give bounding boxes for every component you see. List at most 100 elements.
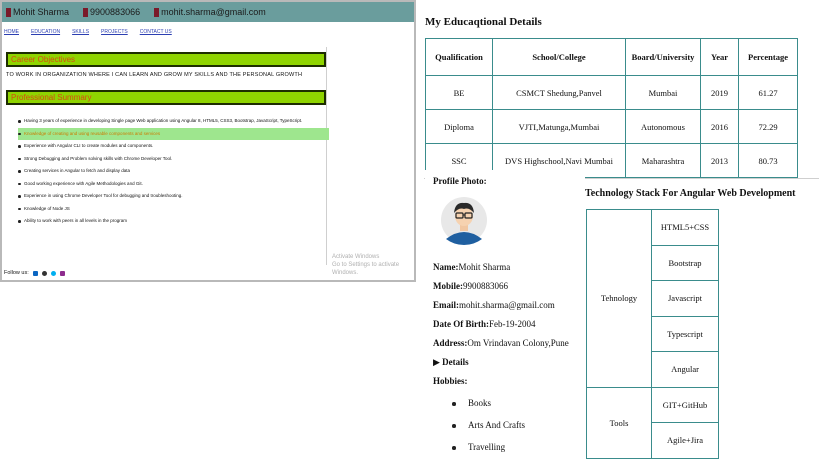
topbar-email: mohit.sharma@gmail.com [154, 7, 266, 17]
address-label: Address: [433, 338, 468, 348]
cell: Maharashtra [625, 143, 701, 178]
tech-stack-table: Tehnology HTML5+CSS Bootstrap Javascript… [586, 209, 719, 459]
career-objectives-text: TO WORK IN ORGANIZATION WHERE I CAN LEAR… [6, 72, 303, 78]
summary-item: Knowledge of Node JS [18, 203, 329, 216]
table-row: Tehnology HTML5+CSS [586, 209, 719, 388]
nav-home[interactable]: HOME [4, 29, 19, 35]
education-table: Qualification School/College Board/Unive… [425, 38, 798, 178]
profile-photo-label: Profile Photo: [433, 176, 487, 186]
cell: GIT+GitHub [651, 386, 719, 423]
nav-contact[interactable]: CONTACT US [140, 29, 172, 35]
triangle-right-icon: ▶ [433, 357, 440, 367]
name-label: Name: [433, 262, 459, 272]
col-board: Board/University [625, 38, 701, 76]
cell: Diploma [425, 109, 493, 144]
cell: Bootstrap [651, 244, 719, 281]
summary-item: Creating services in Angular to fetch an… [18, 165, 329, 178]
summary-list: Having 3 years of experience in developi… [18, 115, 329, 228]
category-technology: Tehnology [586, 209, 652, 388]
education-title: My Educaqtional Details [425, 16, 542, 28]
address-value: Om Vrindavan Colony,Pune [467, 338, 569, 348]
cell: BE [425, 75, 493, 110]
cell: Angular [651, 351, 719, 388]
phone-icon [83, 7, 89, 17]
profile-name: Name:Mohit Sharma [433, 262, 510, 272]
profile-address: Address:Om Vrindavan Colony,Pune [433, 338, 569, 348]
details-label: Details [442, 357, 469, 367]
topbar-phone: 9900883066 [83, 7, 140, 17]
footer: Follow us: [4, 270, 65, 276]
summary-item: Strong Debugging and Problem solving ski… [18, 153, 329, 166]
linkedin-icon[interactable] [32, 270, 38, 276]
cell: 80.73 [738, 143, 798, 178]
cell: CSMCT Shedung,Panvel [492, 75, 626, 110]
col-qualification: Qualification [425, 38, 493, 76]
skype-icon[interactable] [50, 270, 56, 276]
nav-skills[interactable]: SKILLS [72, 29, 89, 35]
col-year: Year [700, 38, 739, 76]
facebook-icon[interactable] [59, 270, 65, 276]
topbar-email-label: mohit.sharma@gmail.com [161, 7, 266, 17]
category-tools: Tools [586, 386, 652, 459]
footer-label: Follow us: [4, 270, 29, 276]
topbar-name-label: Mohit Sharma [13, 7, 70, 17]
mobile-label: Mobile: [433, 281, 463, 291]
nav-projects[interactable]: PROJECTS [101, 29, 128, 35]
email-label: Email: [433, 300, 459, 310]
summary-item: Good working experience with Agile Metho… [18, 178, 329, 191]
cell: 2013 [700, 143, 739, 178]
cell: Mumbai [625, 75, 701, 110]
cell: 72.29 [738, 109, 798, 144]
table-row: BE CSMCT Shedung,Panvel Mumbai 2019 61.2… [425, 75, 798, 110]
github-icon[interactable] [41, 270, 47, 276]
resume-preview-frame: Mohit Sharma 9900883066 mohit.sharma@gma… [0, 0, 416, 282]
email-value: mohit.sharma@gmail.com [459, 300, 555, 310]
summary-item: Having 3 years of experience in developi… [18, 115, 329, 128]
windows-watermark: Activate Windows Go to Settings to activ… [332, 253, 414, 277]
topbar-name: Mohit Sharma [6, 7, 69, 17]
cell: 2016 [700, 109, 739, 144]
table-row: Tools GIT+GitHub [586, 386, 719, 459]
list-item: Travelling [452, 442, 525, 464]
profile-email: Email:mohit.sharma@gmail.com [433, 300, 555, 310]
education-header-row: Qualification School/College Board/Unive… [425, 38, 798, 76]
mobile-value: 9900883066 [463, 281, 508, 291]
topbar-phone-label: 9900883066 [90, 7, 141, 17]
list-item: Arts And Crafts [452, 420, 525, 442]
col-school: School/College [492, 38, 626, 76]
summary-item: Experience in using Chrome Developer Too… [18, 190, 329, 203]
summary-item-highlighted: Knowledge of creating and using reusable… [18, 127, 329, 140]
profile-mobile: Mobile:9900883066 [433, 281, 508, 291]
cell: Autonomous [625, 109, 701, 144]
cell: HTML5+CSS [651, 209, 719, 246]
avatar [441, 197, 487, 245]
contact-topbar: Mohit Sharma 9900883066 mohit.sharma@gma… [2, 2, 414, 22]
cell: Agile+Jira [651, 422, 719, 459]
profile-dob: Date Of Birth:Feb-19-2004 [433, 319, 536, 329]
summary-item: Ability to work with peers in all levels… [18, 215, 329, 228]
user-icon [6, 7, 11, 17]
cell: Typescript [651, 315, 719, 352]
cell: 2019 [700, 75, 739, 110]
table-row: Diploma VJTI,Matunga,Mumbai Autonomous 2… [425, 109, 798, 144]
col-percentage: Percentage [738, 38, 798, 76]
cell: Javascript [651, 280, 719, 317]
summary-item: Experience with Angular CLI to create mo… [18, 140, 329, 153]
mail-icon [154, 7, 160, 17]
hobbies-label: Hobbies: [433, 376, 468, 386]
cell: VJTI,Matunga,Mumbai [492, 109, 626, 144]
name-value: Mohit Sharma [458, 262, 511, 272]
details-toggle[interactable]: ▶ Details [433, 357, 469, 368]
nav-education[interactable]: EDUCATION [31, 29, 60, 35]
watermark-line1: Activate Windows [332, 254, 380, 260]
dob-value: Feb-19-2004 [489, 319, 536, 329]
tech-stack-title: Technology Stack For Angular Web Develop… [585, 188, 796, 199]
list-item: Books [452, 398, 525, 420]
professional-summary-heading: Professional Summary [6, 90, 326, 105]
dob-label: Date Of Birth: [433, 319, 489, 329]
hobby-list: Books Arts And Crafts Travelling [452, 398, 525, 464]
nav-links: HOME EDUCATION SKILLS PROJECTS CONTACT U… [4, 29, 172, 35]
career-objectives-heading: Career Objectives [6, 52, 326, 67]
cell: 61.27 [738, 75, 798, 110]
watermark-line2: Go to Settings to activate Windows. [332, 262, 400, 276]
